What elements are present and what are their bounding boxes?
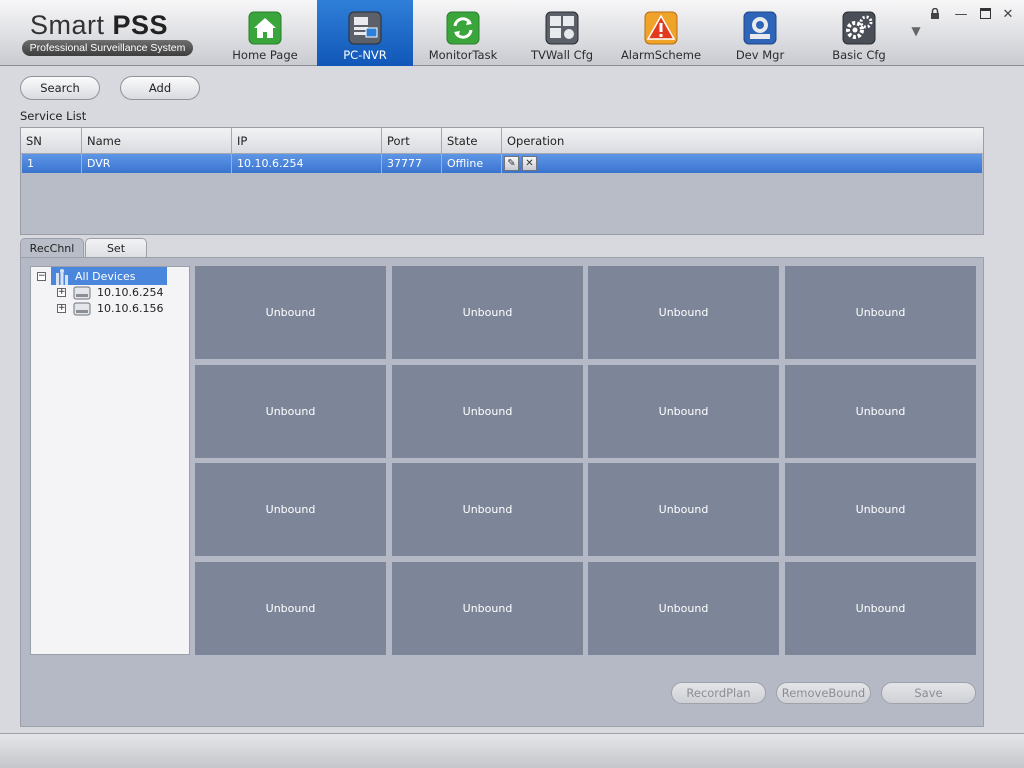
channel-slot[interactable]: Unbound <box>195 463 386 556</box>
alarm-icon <box>644 11 678 45</box>
tab-tvwall-cfg[interactable]: TVWall Cfg <box>514 0 610 66</box>
dvr-device-icon <box>73 286 91 300</box>
edit-icon[interactable]: ✎ <box>504 156 519 171</box>
table-row[interactable]: 1 DVR 10.10.6.254 37777 Offline ✎ ✕ <box>22 154 982 173</box>
logo-title: Smart PSS <box>30 10 169 40</box>
column-header-state[interactable]: State <box>442 128 502 153</box>
collapse-icon[interactable]: − <box>37 272 46 281</box>
column-header-operation[interactable]: Operation <box>502 128 983 153</box>
tab-label: AlarmScheme <box>620 48 702 62</box>
expand-icon[interactable]: + <box>57 288 66 297</box>
column-header-port[interactable]: Port <box>382 128 442 153</box>
tab-home-page[interactable]: Home Page <box>217 0 313 66</box>
tree-label-device: 10.10.6.254 <box>97 286 164 299</box>
channel-slot[interactable]: Unbound <box>392 266 583 359</box>
channel-slot[interactable]: Unbound <box>195 365 386 458</box>
device-manager-icon <box>743 11 777 45</box>
maximize-icon[interactable] <box>977 8 993 22</box>
tab-label: PC-NVR <box>343 48 387 62</box>
recchnl-panel: − All Devices + 10.10.6.254 + 10.10.6.15… <box>20 257 984 727</box>
search-button[interactable]: Search <box>20 76 100 100</box>
column-header-ip[interactable]: IP <box>232 128 382 153</box>
channel-slot[interactable]: Unbound <box>785 266 976 359</box>
more-tabs-arrow-icon[interactable]: ▼ <box>906 24 926 40</box>
tab-label: MonitorTask <box>428 48 498 62</box>
table-header: SN Name IP Port State Operation <box>21 128 983 154</box>
channel-slot[interactable]: Unbound <box>195 266 386 359</box>
channel-slot[interactable]: Unbound <box>588 266 779 359</box>
channel-slot[interactable]: Unbound <box>785 365 976 458</box>
device-tree: − All Devices + 10.10.6.254 + 10.10.6.15… <box>30 266 190 655</box>
pc-nvr-icon <box>348 11 382 45</box>
top-navigation-bar: Smart PSS Professional Surveillance Syst… <box>0 0 1024 66</box>
minimize-icon[interactable]: — <box>953 8 969 22</box>
service-list-title: Service List <box>20 109 87 123</box>
tab-monitor-task[interactable]: MonitorTask <box>415 0 511 66</box>
channel-slot[interactable]: Unbound <box>392 365 583 458</box>
tab-label: Dev Mgr <box>735 48 785 62</box>
cell-ip: 10.10.6.254 <box>232 154 382 173</box>
tab-pc-nvr[interactable]: PC-NVR <box>317 0 413 66</box>
tab-label: Home Page <box>232 48 298 62</box>
channel-slot[interactable]: Unbound <box>785 562 976 655</box>
save-button[interactable]: Save <box>881 682 976 704</box>
cell-sn: 1 <box>22 154 82 173</box>
channel-slot[interactable]: Unbound <box>588 463 779 556</box>
tab-dev-mgr[interactable]: Dev Mgr <box>712 0 808 66</box>
delete-icon[interactable]: ✕ <box>522 156 537 171</box>
cell-operation: ✎ ✕ <box>502 154 982 173</box>
device-group-icon <box>56 269 68 285</box>
settings-gears-icon <box>842 11 876 45</box>
tab-set[interactable]: Set <box>85 238 147 258</box>
channel-slot[interactable]: Unbound <box>588 562 779 655</box>
dvr-device-icon <box>73 302 91 316</box>
record-plan-button[interactable]: RecordPlan <box>671 682 766 704</box>
tree-label-all-devices: All Devices <box>75 270 136 283</box>
tree-item-device[interactable]: + 10.10.6.254 <box>55 285 185 301</box>
app-window: Smart PSS Professional Surveillance Syst… <box>0 0 1024 768</box>
cell-port: 37777 <box>382 154 442 173</box>
channel-grid: Unbound Unbound Unbound Unbound Unbound … <box>195 266 977 656</box>
channel-slot[interactable]: Unbound <box>588 365 779 458</box>
cell-name: DVR <box>82 154 232 173</box>
channel-slot[interactable]: Unbound <box>392 463 583 556</box>
add-button[interactable]: Add <box>120 76 200 100</box>
service-list-table: SN Name IP Port State Operation 1 DVR 10… <box>20 127 984 235</box>
status-bar <box>0 733 1024 768</box>
home-icon <box>248 11 282 45</box>
column-header-name[interactable]: Name <box>82 128 232 153</box>
tree-item-device[interactable]: + 10.10.6.156 <box>55 301 185 317</box>
tab-alarm-scheme[interactable]: AlarmScheme <box>613 0 709 66</box>
cell-state: Offline <box>442 154 502 173</box>
monitor-task-icon <box>446 11 480 45</box>
tree-root-all-devices[interactable]: − All Devices <box>35 267 185 285</box>
app-logo: Smart PSS Professional Surveillance Syst… <box>22 8 197 60</box>
tab-label: TVWall Cfg <box>531 48 593 62</box>
tab-basic-cfg[interactable]: Basic Cfg <box>811 0 907 66</box>
channel-slot[interactable]: Unbound <box>195 562 386 655</box>
lock-icon[interactable] <box>927 7 943 22</box>
tvwall-icon <box>545 11 579 45</box>
expand-icon[interactable]: + <box>57 304 66 313</box>
tab-label: Basic Cfg <box>832 48 886 62</box>
logo-subtitle: Professional Surveillance System <box>22 40 193 56</box>
close-icon[interactable]: ✕ <box>1000 8 1016 22</box>
tab-recchnl[interactable]: RecChnl <box>20 238 84 258</box>
channel-slot[interactable]: Unbound <box>785 463 976 556</box>
channel-slot[interactable]: Unbound <box>392 562 583 655</box>
tree-label-device: 10.10.6.156 <box>97 302 164 315</box>
column-header-sn[interactable]: SN <box>21 128 82 153</box>
remove-bound-button[interactable]: RemoveBound <box>776 682 871 704</box>
